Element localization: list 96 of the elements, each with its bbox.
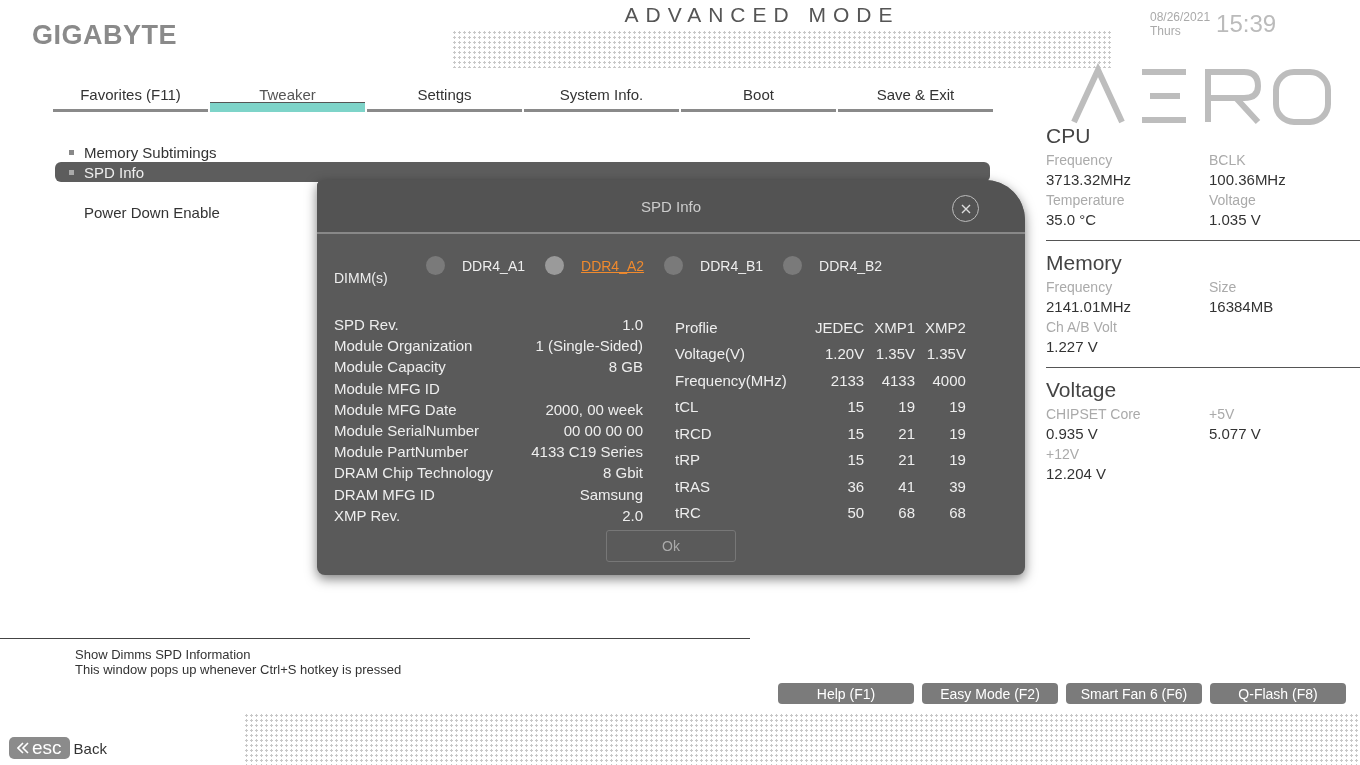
column-header: Proflie bbox=[675, 317, 719, 338]
column-header: XMP2 bbox=[915, 314, 966, 341]
section-title: Voltage bbox=[1046, 378, 1118, 402]
stat-label: Ch A/B Volt bbox=[1046, 319, 1118, 335]
stat-label: Frequency bbox=[1046, 152, 1114, 168]
field-label: Module MFG Date bbox=[334, 400, 457, 418]
field-label: SPD Rev. bbox=[334, 316, 399, 334]
date-text: 08/26/2021 bbox=[1150, 10, 1211, 24]
table-cell: 1.35V bbox=[915, 340, 966, 367]
stat-value: 2141.01MHz bbox=[1046, 298, 1133, 315]
stat-value: 0.935 V bbox=[1046, 425, 1099, 442]
table-cell-text: 15 bbox=[846, 423, 865, 444]
table-cell-text: 15 bbox=[846, 397, 865, 418]
field-label: Module PartNumber bbox=[334, 443, 469, 461]
field-label: DRAM Chip Technology bbox=[334, 464, 493, 482]
dimm-radio-option[interactable]: DDR4_B1 bbox=[664, 256, 764, 275]
menu-item[interactable]: SPD Info bbox=[55, 162, 990, 182]
table-cell: 19 bbox=[915, 446, 966, 473]
dimm-radio-option[interactable]: DDR4_A1 bbox=[426, 256, 526, 275]
menu-item[interactable]: Memory Subtimings bbox=[55, 142, 990, 162]
stat-value: 5.077 V bbox=[1209, 425, 1262, 442]
function-button[interactable]: Help (F1) bbox=[778, 683, 914, 704]
dimm-label: DIMM(s) bbox=[334, 270, 389, 286]
table-cell-text: tRC bbox=[675, 503, 702, 524]
table-cell-text: 2133 bbox=[829, 370, 865, 391]
bullet-icon bbox=[69, 169, 74, 175]
help-text: Show Dimms SPD Information bbox=[75, 647, 252, 662]
table-cell-text: 50 bbox=[846, 503, 865, 524]
column-header: XMP1 bbox=[864, 314, 916, 341]
field-label: Module Capacity bbox=[334, 358, 446, 376]
stat-label: Frequency bbox=[1046, 279, 1114, 295]
stat-label: +5V bbox=[1209, 406, 1236, 422]
table-cell: 1.35V bbox=[864, 340, 916, 367]
field-value: 8 Gbit bbox=[602, 464, 643, 482]
table-cell: 41 bbox=[864, 472, 916, 500]
table-cell-text: tRCD bbox=[675, 423, 713, 444]
stat-label: BCLK bbox=[1209, 152, 1247, 168]
section-title: CPU bbox=[1046, 124, 1092, 148]
stat-value: 3713.32MHz bbox=[1046, 171, 1133, 188]
stat-value: 35.0 °C bbox=[1046, 211, 1098, 228]
function-button[interactable]: Smart Fan 6 (F6) bbox=[1066, 683, 1202, 704]
table-cell: 68 bbox=[864, 499, 916, 526]
table-cell: 4000 bbox=[915, 366, 966, 394]
table-cell-text: 1.20V bbox=[824, 344, 865, 365]
field-label: Module MFG ID bbox=[334, 379, 440, 397]
stat-label: Size bbox=[1209, 279, 1238, 295]
field-value: 00 00 00 00 bbox=[563, 422, 643, 440]
stat-label: +12V bbox=[1046, 446, 1081, 462]
field-label: XMP Rev. bbox=[334, 506, 401, 524]
table-cell: 19 bbox=[915, 419, 966, 447]
field-label: DRAM MFG ID bbox=[334, 485, 435, 503]
field-value: 2.0 bbox=[622, 506, 643, 524]
table-cell-text: Frequency(MHz) bbox=[675, 370, 788, 391]
field-value: 1.0 bbox=[622, 316, 643, 334]
dialog-title: SPD Info bbox=[641, 197, 701, 215]
time-text: 15:39 bbox=[1216, 10, 1277, 38]
table-cell: 19 bbox=[915, 393, 966, 420]
table-cell-text: tRAS bbox=[675, 476, 711, 497]
field-label: Module Organization bbox=[334, 337, 473, 355]
stat-value: 1.227 V bbox=[1046, 338, 1099, 355]
table-cell: 21 bbox=[864, 446, 916, 473]
dimm-radio-option[interactable]: DDR4_B2 bbox=[783, 256, 883, 275]
stat-label: Voltage bbox=[1209, 192, 1257, 208]
function-button[interactable]: Q-Flash (F8) bbox=[1210, 683, 1346, 704]
esc-button[interactable]: esc bbox=[9, 737, 70, 759]
field-value: 8 GB bbox=[608, 358, 643, 376]
field-value: Samsung bbox=[579, 485, 643, 503]
back-label[interactable]: Back bbox=[73, 739, 107, 757]
stat-label: Temperature bbox=[1046, 192, 1126, 208]
table-cell-text: 15 bbox=[846, 450, 865, 471]
bullet-icon bbox=[69, 149, 74, 155]
double-chevron-icon bbox=[17, 742, 29, 754]
day-text: Thurs bbox=[1150, 24, 1182, 38]
help-text: This window pops up whenever Ctrl+S hotkey is pressed bbox=[75, 662, 403, 677]
table-cell-text: tCL bbox=[675, 397, 700, 418]
table-cell: 4133 bbox=[864, 366, 916, 394]
field-value: 4133 C19 Series bbox=[531, 443, 643, 461]
table-cell: 39 bbox=[915, 472, 966, 500]
field-label: Module SerialNumber bbox=[334, 422, 480, 440]
section-title: Memory bbox=[1046, 251, 1123, 275]
column-header: JEDEC bbox=[814, 317, 865, 338]
brand-logo: GIGABYTE bbox=[31, 19, 178, 51]
stat-value: 12.204 V bbox=[1046, 465, 1108, 482]
table-cell-text: Voltage(V) bbox=[675, 344, 747, 365]
stat-value: 16384MB bbox=[1209, 298, 1275, 315]
stat-value: 100.36MHz bbox=[1209, 171, 1287, 188]
table-cell-text: tRP bbox=[675, 450, 701, 471]
field-value: 1 (Single-Sided) bbox=[535, 337, 643, 355]
stat-label: CHIPSET Core bbox=[1046, 406, 1142, 422]
stat-value: 1.035 V bbox=[1209, 211, 1262, 228]
table-cell: 19 bbox=[864, 393, 916, 420]
table-cell-text: 36 bbox=[846, 476, 865, 497]
table-cell: 68 bbox=[915, 499, 966, 526]
function-button[interactable]: Easy Mode (F2) bbox=[922, 683, 1058, 704]
table-cell: 21 bbox=[864, 419, 916, 447]
field-value: 2000, 00 week bbox=[545, 400, 643, 418]
